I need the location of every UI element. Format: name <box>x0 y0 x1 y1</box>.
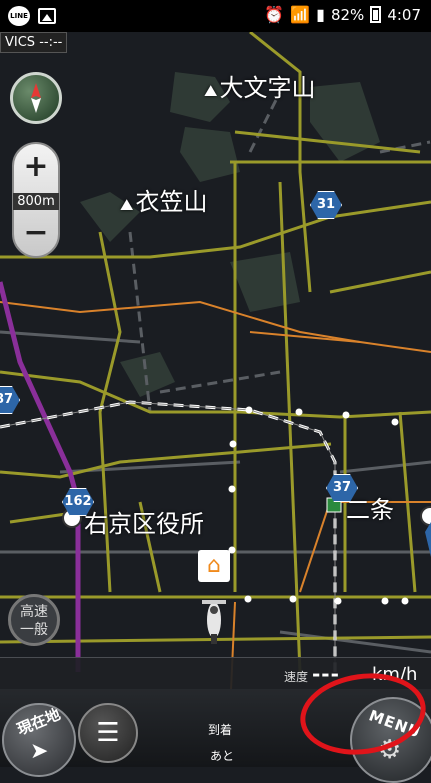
bottom-toolbar: 現在地 ➤ ☰ 到着 あと MENU ⚙ <box>0 689 431 783</box>
speed-value: --- <box>312 662 340 686</box>
compass-icon <box>31 83 41 113</box>
motorcycle-position-icon <box>200 590 228 646</box>
map-scale: 800m <box>13 193 59 210</box>
gallery-icon <box>38 8 56 24</box>
highway-label: 高速 <box>20 604 48 620</box>
zoom-out-button[interactable]: − <box>14 212 58 254</box>
status-bar: LINE ⏰ 📶 ▮ 82% 4:07 <box>0 0 431 32</box>
vics-status: VICS --:-- <box>0 32 68 53</box>
mountain-icon: ⛰ <box>120 195 134 214</box>
zoom-in-button[interactable]: + <box>14 146 58 188</box>
signal-icon: ▮ <box>316 5 325 24</box>
speed-label: 速度 <box>284 670 309 684</box>
alarm-icon: ⏰ <box>264 5 285 24</box>
wifi-icon: 📶 <box>290 5 311 24</box>
speed-unit: km/h <box>372 664 418 685</box>
gear-icon: ⚙ <box>378 735 402 765</box>
current-location-button[interactable]: 現在地 ➤ <box>2 703 76 777</box>
navigation-arrow-icon: ➤ <box>30 739 49 764</box>
line-app-icon: LINE <box>8 6 30 26</box>
arrival-time-label: 到着 <box>208 723 233 737</box>
battery-percent: 82% <box>330 5 365 24</box>
highway-general-toggle[interactable]: 高速 一般 <box>8 594 60 646</box>
zoom-control: + 800m − <box>12 142 60 258</box>
mountain-icon: ⛰ <box>204 81 218 100</box>
general-road-label: 一般 <box>20 622 48 638</box>
list-icon: ☰ <box>96 718 120 748</box>
remaining-distance-label: あと <box>210 749 235 763</box>
battery-icon <box>370 6 382 23</box>
menu-button[interactable]: MENU ⚙ <box>350 697 431 783</box>
place-label-kinugasayama: ⛰衣笠山 <box>120 188 208 216</box>
home-icon[interactable]: ⌂ <box>198 550 230 582</box>
clock: 4:07 <box>387 5 421 24</box>
speed-bar: 速度 --- km/h <box>0 657 431 690</box>
compass-button[interactable] <box>10 72 62 124</box>
place-label-ukyo-ward-office: 右京区役所 <box>84 510 204 538</box>
current-location-label: 現在地 <box>14 705 63 739</box>
place-label-daimonjiyama: ⛰大文字山 <box>204 74 316 102</box>
list-menu-button[interactable]: ☰ <box>78 703 138 763</box>
